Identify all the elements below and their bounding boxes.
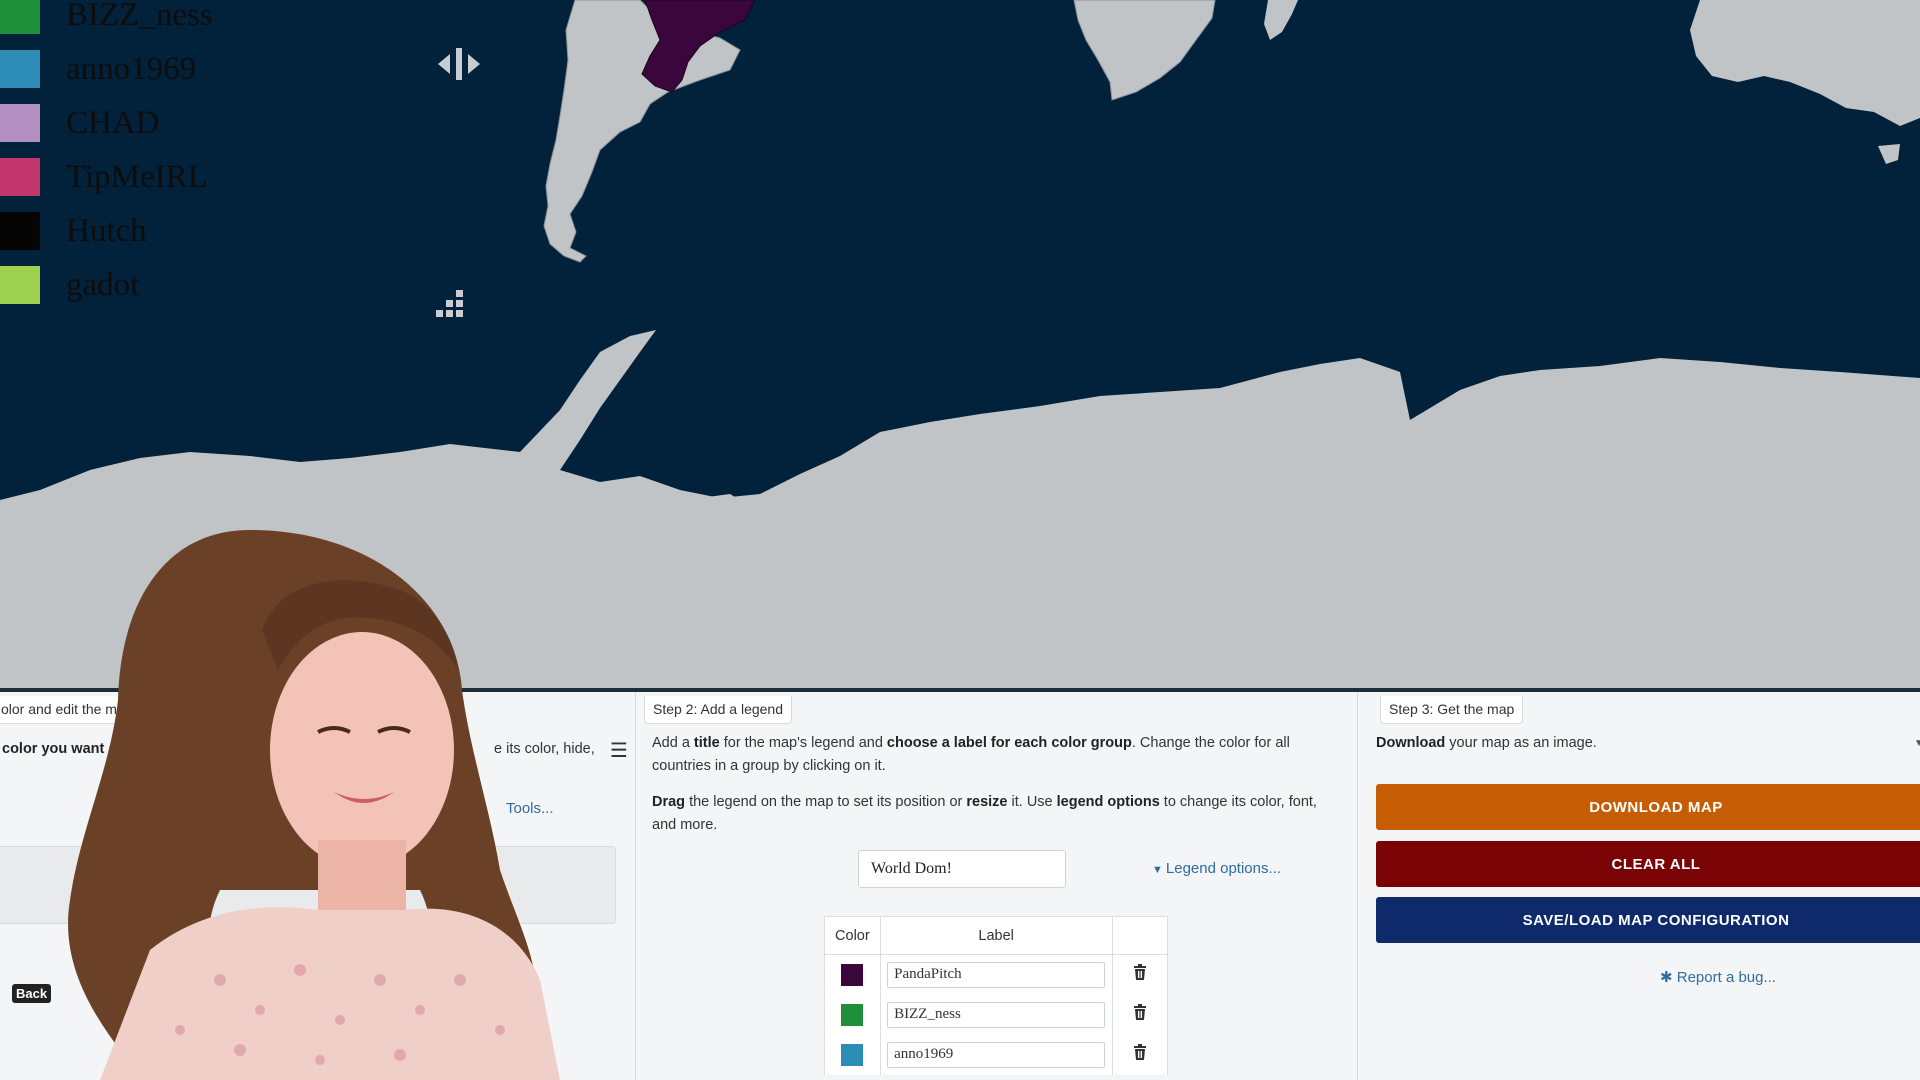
map-legend-label: anno1969 bbox=[66, 50, 197, 87]
map-legend-swatch[interactable] bbox=[0, 0, 40, 34]
caret-down-icon: ▼ bbox=[1152, 864, 1163, 876]
map-legend-item[interactable]: anno1969 bbox=[0, 42, 213, 96]
step3-instructions: Download your map as an image. bbox=[1376, 732, 1597, 755]
step2-text: it. Use bbox=[1007, 794, 1057, 810]
label-cell bbox=[879, 1034, 1113, 1075]
bug-icon: ✱ bbox=[1660, 969, 1677, 986]
step3-bold-text: Download bbox=[1376, 735, 1446, 751]
caret-down-icon[interactable]: ▼ bbox=[1914, 738, 1920, 749]
south-america-landmass[interactable] bbox=[543, 0, 741, 263]
color-swatch[interactable] bbox=[841, 1003, 864, 1026]
delete-cell bbox=[1111, 954, 1169, 995]
label-input[interactable] bbox=[887, 961, 1106, 988]
download-map-button[interactable]: DOWNLOAD MAP bbox=[1376, 784, 1920, 830]
report-bug-link[interactable]: ✱ Report a bug... bbox=[1660, 968, 1776, 986]
madagascar-landmass[interactable] bbox=[1264, 0, 1298, 40]
map-legend-label: TipMeIRL bbox=[66, 158, 208, 195]
step2-text: for the map's legend and bbox=[719, 735, 887, 751]
map-legend-swatch[interactable] bbox=[0, 212, 40, 250]
map-legend-swatch[interactable] bbox=[0, 266, 40, 304]
color-column-header: Color bbox=[824, 916, 881, 955]
map-legend-item[interactable]: gadot bbox=[0, 258, 213, 312]
color-swatch[interactable] bbox=[841, 963, 864, 986]
step2-bold-text: title bbox=[693, 735, 720, 751]
step2-text: Add a bbox=[652, 735, 694, 751]
table-row bbox=[824, 994, 1169, 1035]
legend-options-label: Legend options... bbox=[1165, 860, 1281, 877]
table-row bbox=[824, 954, 1169, 995]
step2-bold-text: resize bbox=[966, 794, 1008, 810]
map-legend-label: gadot bbox=[66, 266, 140, 303]
step3-column: Step 3: Get the map Download your map as… bbox=[1358, 692, 1920, 1080]
face bbox=[270, 632, 454, 868]
save-load-config-button[interactable]: SAVE/LOAD MAP CONFIGURATION bbox=[1376, 897, 1920, 943]
step2-instructions-2: Drag the legend on the map to set its po… bbox=[652, 791, 1342, 837]
map-legend-item[interactable]: Hutch bbox=[0, 204, 213, 258]
step2-bold-text: legend options bbox=[1056, 794, 1160, 810]
map-legend-swatch[interactable] bbox=[0, 158, 40, 196]
trash-icon[interactable] bbox=[1133, 1004, 1147, 1020]
clear-all-button[interactable]: CLEAR ALL bbox=[1376, 841, 1920, 887]
label-column-header: Label bbox=[879, 916, 1113, 955]
map-legend-item[interactable]: BIZZ_ness bbox=[0, 0, 213, 42]
map-legend-swatch[interactable] bbox=[0, 50, 40, 88]
mapchart-app: BIZZ_ness anno1969 CHAD TipMeIRL Hutch g… bbox=[0, 0, 1920, 1080]
trash-icon[interactable] bbox=[1133, 964, 1147, 981]
legend-title-input[interactable] bbox=[858, 850, 1066, 888]
webcam-overlay-image bbox=[68, 530, 560, 1080]
map-legend-label: Hutch bbox=[66, 212, 147, 249]
label-cell bbox=[879, 994, 1113, 1035]
label-cell bbox=[879, 954, 1113, 995]
map-legend-item[interactable]: TipMeIRL bbox=[0, 150, 213, 204]
step2-text: the legend on the map to set its positio… bbox=[685, 794, 967, 810]
delete-cell bbox=[1111, 994, 1169, 1035]
step2-bold-text: Drag bbox=[652, 794, 686, 810]
australia-landmass[interactable] bbox=[1690, 0, 1920, 126]
tasmania-landmass[interactable] bbox=[1878, 144, 1900, 164]
report-bug-label: Report a bug... bbox=[1676, 969, 1776, 986]
legend-labels-table: Color Label bbox=[824, 916, 1169, 1075]
map-legend-label: CHAD bbox=[66, 104, 160, 141]
delete-column-header bbox=[1111, 916, 1169, 955]
color-cell bbox=[824, 994, 881, 1035]
step2-tab: Step 2: Add a legend bbox=[644, 696, 792, 724]
color-cell bbox=[824, 1034, 881, 1075]
label-input[interactable] bbox=[887, 1041, 1106, 1068]
map-legend-item[interactable]: CHAD bbox=[0, 96, 213, 150]
step3-tab: Step 3: Get the map bbox=[1380, 696, 1524, 724]
legend-columns-handle-icon[interactable] bbox=[432, 288, 472, 328]
map-legend[interactable]: BIZZ_ness anno1969 CHAD TipMeIRL Hutch g… bbox=[0, 0, 213, 312]
map-legend-swatch[interactable] bbox=[0, 104, 40, 142]
table-row bbox=[824, 1034, 1169, 1075]
map-legend-label: BIZZ_ness bbox=[66, 0, 213, 33]
hamburger-menu-icon[interactable]: ☰ bbox=[610, 738, 628, 763]
step2-instructions-1: Add a title for the map's legend and cho… bbox=[652, 732, 1342, 778]
step3-text: your map as an image. bbox=[1445, 735, 1597, 751]
color-swatch[interactable] bbox=[841, 1043, 864, 1066]
delete-cell bbox=[1111, 1034, 1169, 1075]
legend-options-link[interactable]: ▼ Legend options... bbox=[1152, 860, 1281, 877]
table-header-row: Color Label bbox=[824, 916, 1169, 955]
trash-icon[interactable] bbox=[1133, 1044, 1147, 1060]
color-cell bbox=[824, 954, 881, 995]
africa-landmass[interactable] bbox=[1073, 0, 1216, 101]
step2-bold-text: choose a label for each color group bbox=[886, 735, 1132, 751]
label-input[interactable] bbox=[887, 1001, 1106, 1028]
step2-column: Step 2: Add a legend Add a title for the… bbox=[636, 692, 1358, 1080]
